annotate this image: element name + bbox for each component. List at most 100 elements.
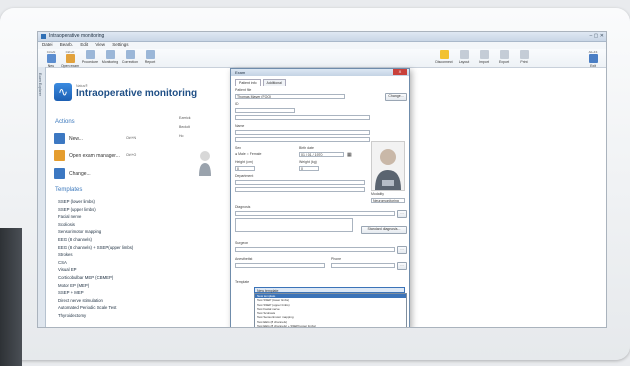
toolbar-button-neu[interactable]: Ctrl+N Neu — [41, 50, 61, 68]
toolbar-label: Exit — [590, 64, 596, 68]
title-bar: Intraoperative monitoring – ▢ ✕ — [38, 32, 606, 42]
tab-additional[interactable]: Additional — [262, 79, 286, 86]
toolbar-button-exit[interactable]: Alt+F4 Exit — [583, 50, 603, 68]
template-dropdown-list: New template Test SSEP (lower limbs) Test … — [254, 293, 407, 327]
weight-label: Weight (kg) — [299, 160, 317, 164]
change-patient-button[interactable]: Change... — [385, 93, 407, 101]
toolbar-button-procedure[interactable]: Procedure — [80, 50, 100, 64]
id-field[interactable] — [235, 108, 295, 113]
template-item[interactable]: CSA — [58, 259, 133, 267]
toolbar-button-print[interactable]: Print — [514, 50, 534, 64]
template-item[interactable]: Thyroidectomy — [58, 312, 133, 320]
patient-avatar-icon — [199, 151, 211, 176]
diagnosis-field[interactable] — [235, 211, 395, 216]
toolbar-button-report[interactable]: Report — [140, 50, 160, 64]
menu-edit[interactable]: Bearb. — [60, 42, 73, 47]
person-icon — [375, 149, 401, 190]
template-item[interactable]: Scoliosis — [58, 221, 133, 229]
toolbar-button-correction[interactable]: Correction — [120, 50, 140, 64]
template-item[interactable]: Strokes — [58, 251, 133, 259]
actions-heading: Actions — [55, 119, 75, 125]
toolbar-label: Export — [498, 60, 510, 64]
window-controls[interactable]: – ▢ ✕ — [590, 33, 604, 39]
name-field[interactable] — [235, 130, 370, 135]
anesthetist-field[interactable] — [235, 263, 325, 268]
height-field[interactable]: 0 — [235, 166, 255, 171]
toolbar-label: Print — [520, 60, 528, 64]
surgeon-more-button[interactable]: … — [397, 246, 407, 254]
toolbar-icon — [459, 50, 469, 59]
name-label: Name — [235, 124, 245, 128]
edit-icon — [54, 168, 65, 179]
department-field-2[interactable] — [235, 187, 365, 192]
window-title: Intraoperative monitoring — [49, 33, 105, 39]
surgeon-field[interactable] — [235, 247, 395, 252]
toolbar-label: Disconnect — [435, 60, 453, 64]
toolbar-icon — [519, 50, 529, 59]
toolbar-button-disconnect[interactable]: Disconnect — [434, 50, 454, 64]
toolbar-icon — [479, 50, 489, 59]
phone-field[interactable] — [331, 263, 395, 268]
toolbar-label: Import — [479, 60, 489, 64]
department-field[interactable] — [235, 180, 365, 185]
menu-settings[interactable]: Settings — [112, 42, 128, 47]
birth-date-field[interactable]: 01 / 01 / 1970 — [299, 152, 344, 157]
toolbar-label: Layout — [458, 60, 470, 64]
template-item[interactable]: SSEP + MEP — [58, 289, 133, 297]
toolbar-icon — [125, 50, 135, 59]
patient-file-field[interactable]: Thomas Mayer (FOO) — [235, 94, 345, 99]
recent-exams-column: Ezerick Beckdt Ho — [179, 116, 190, 143]
diagnosis-text-area[interactable] — [235, 218, 353, 232]
name-field-2[interactable] — [235, 137, 370, 142]
exam-explorer-tab[interactable]: Exam Explorer — [38, 67, 46, 327]
recent-item[interactable]: Ezerick — [179, 116, 190, 125]
template-item[interactable]: Facial nerve — [58, 213, 133, 221]
toolbar-button-layout[interactable]: Layout — [454, 50, 474, 64]
template-option[interactable]: Test EEG (8 channels) + SSEP(upper limbs… — [255, 324, 406, 327]
toolbar-button-import[interactable]: Import — [474, 50, 494, 64]
height-label: Height (cm) — [235, 160, 254, 164]
recent-item[interactable]: Ho — [179, 134, 190, 143]
menu-edit-2[interactable]: Edit — [80, 42, 88, 47]
template-item[interactable]: SSEP (lower limbs) — [58, 198, 133, 206]
patient-file-label: Patient file — [235, 88, 252, 92]
template-item[interactable]: Sensorimotor mapping — [58, 228, 133, 236]
dialog-tabs: Patient info Additional — [235, 79, 287, 86]
toolbar-icon — [85, 50, 95, 59]
folder-open-icon — [54, 150, 65, 161]
phone-label: Phone — [331, 257, 342, 261]
modality-select[interactable]: Neuromonitoring — [371, 198, 405, 203]
id-extra-field[interactable] — [235, 115, 370, 120]
menu-view[interactable]: View — [95, 42, 105, 47]
close-icon[interactable]: X — [393, 69, 407, 75]
recent-item[interactable]: Beckdt — [179, 125, 190, 134]
template-item[interactable]: Corticobulbar MEP (CBMEP) — [58, 274, 133, 282]
toolbar-icon — [439, 50, 449, 59]
tab-patient-info[interactable]: Patient info — [235, 79, 261, 86]
toolbar-icon — [499, 50, 509, 59]
template-item[interactable]: SSEP (upper limbs) — [58, 206, 133, 214]
diagnosis-more-button[interactable]: … — [397, 210, 407, 218]
standard-diagnosis-button[interactable]: Standard diagnosis... — [361, 226, 407, 234]
toolbar-button-open-exam[interactable]: Ctrl+O Open exam — [60, 50, 80, 68]
toolbar-icon — [105, 50, 115, 59]
menu-file[interactable]: Datei — [42, 42, 53, 47]
monitoring-logo-icon: ∿ — [54, 83, 72, 101]
patient-photo[interactable] — [371, 141, 405, 191]
toolbar-button-export[interactable]: Export — [494, 50, 514, 64]
template-item[interactable]: EEG (8 channels) + SSEP(upper limbs) — [58, 244, 133, 252]
anesthetist-more-button[interactable]: … — [397, 262, 407, 270]
id-label: ID — [235, 102, 239, 106]
template-item[interactable]: Automated Periodic Scale Test — [58, 304, 133, 312]
sex-radio[interactable]: ● Male ○ Female — [235, 152, 261, 156]
weight-field[interactable]: 0 — [299, 166, 319, 171]
calendar-icon[interactable]: ▦ — [347, 152, 352, 158]
template-item[interactable]: Visual EP — [58, 266, 133, 274]
toolbar-button-monitoring[interactable]: Monitoring — [100, 50, 120, 64]
template-item[interactable]: Direct nerve stimulation — [58, 297, 133, 305]
toolbar-label: Monitoring — [101, 60, 119, 64]
dialog-title: Exam — [235, 70, 246, 75]
template-item[interactable]: EEG (8 channels) — [58, 236, 133, 244]
toolbar-label: Neu — [47, 64, 55, 68]
template-item[interactable]: Motor EP (MEP) — [58, 282, 133, 290]
